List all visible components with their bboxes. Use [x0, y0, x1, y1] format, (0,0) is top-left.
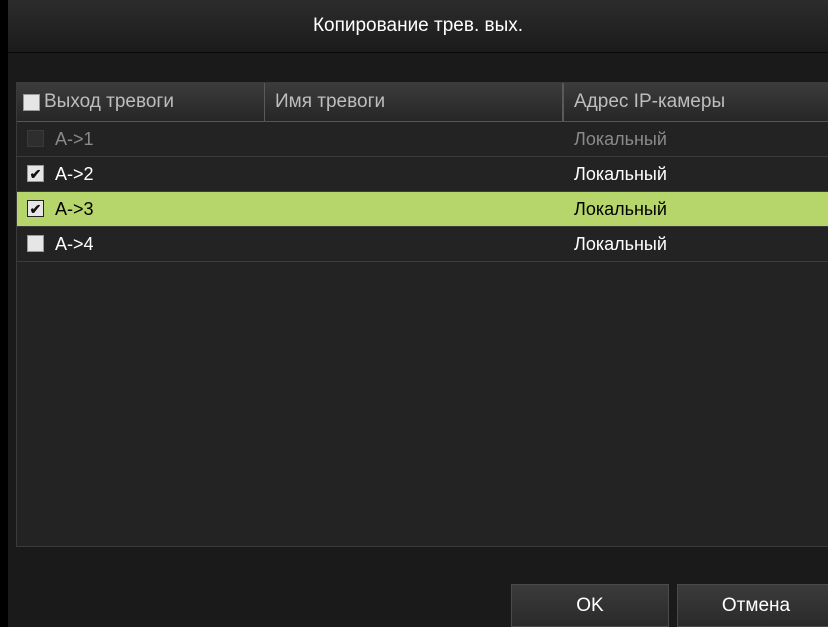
table-row-selected[interactable]: ✔ A->3 Локальный	[17, 192, 828, 227]
dialog-title: Копирование трев. вых.	[8, 0, 828, 53]
copy-alarm-output-dialog: Копирование трев. вых. Выход тревоги Имя…	[8, 0, 828, 627]
alarm-output-name: A->3	[55, 199, 94, 219]
column-header-ip-camera-address: Адрес IP-камеры	[563, 83, 828, 121]
row-checkbox	[27, 130, 44, 147]
table-header: Выход тревоги Имя тревоги Адрес IP-камер…	[17, 83, 828, 122]
ip-camera-address: Локальный	[574, 234, 667, 254]
column-header-alarm-output: Выход тревоги	[17, 83, 265, 121]
alarm-output-name: A->1	[55, 129, 94, 149]
column-header-alarm-name: Имя тревоги	[265, 83, 563, 121]
table-row[interactable]: ✔ A->2 Локальный	[17, 157, 828, 192]
select-all-checkbox[interactable]	[23, 93, 40, 111]
ok-button[interactable]: OK	[511, 584, 669, 627]
column-label-ip-camera-address: Адрес IP-камеры	[574, 91, 726, 112]
alarm-output-name: A->2	[55, 164, 94, 184]
row-checkbox[interactable]: ✔	[27, 200, 44, 217]
alarm-output-name: A->4	[55, 234, 94, 254]
ip-camera-address: Локальный	[574, 129, 667, 149]
cancel-button[interactable]: Отмена	[677, 584, 828, 627]
column-label-alarm-output: Выход тревоги	[44, 91, 174, 112]
row-checkbox[interactable]	[27, 235, 44, 252]
dialog-footer: OK Отмена	[8, 566, 828, 627]
check-icon: ✔	[29, 165, 42, 182]
ip-camera-address: Локальный	[574, 199, 667, 219]
check-icon: ✔	[29, 200, 42, 217]
table-row[interactable]: A->4 Локальный	[17, 227, 828, 262]
column-label-alarm-name: Имя тревоги	[275, 91, 386, 112]
row-checkbox[interactable]: ✔	[27, 165, 44, 182]
table-row: A->1 Локальный	[17, 122, 828, 157]
ip-camera-address: Локальный	[574, 164, 667, 184]
alarm-output-table: Выход тревоги Имя тревоги Адрес IP-камер…	[16, 82, 828, 547]
